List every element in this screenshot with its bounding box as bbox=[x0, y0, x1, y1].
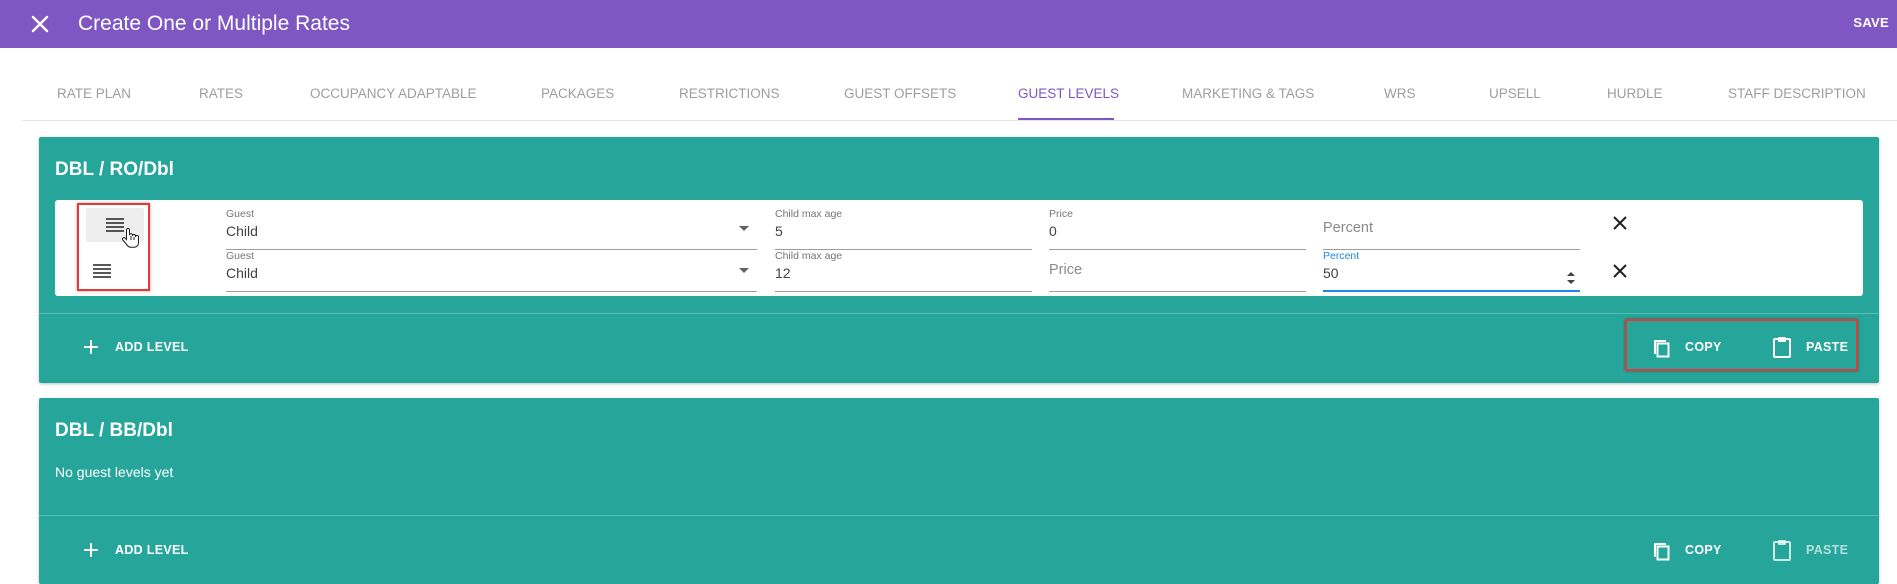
remove-level-button[interactable] bbox=[1608, 211, 1632, 235]
child-max-age-label: Child max age bbox=[775, 208, 843, 220]
copy-label: COPY bbox=[1685, 543, 1722, 557]
tab-rate-plan[interactable]: RATE PLAN bbox=[57, 86, 131, 101]
percent-label: Percent bbox=[1323, 250, 1360, 262]
percent-field[interactable]: Percent bbox=[1323, 206, 1580, 250]
plus-icon bbox=[79, 335, 103, 359]
tab-rates[interactable]: RATES bbox=[199, 86, 243, 101]
guest-label: Guest bbox=[226, 208, 255, 220]
tab-guest-offsets[interactable]: GUEST OFFSETS bbox=[844, 86, 956, 101]
tab-restrictions[interactable]: RESTRICTIONS bbox=[679, 86, 780, 101]
chevron-down-icon[interactable] bbox=[739, 268, 749, 273]
price-field[interactable]: Price bbox=[1049, 248, 1306, 292]
close-icon bbox=[1613, 264, 1627, 278]
guest-levels-list: Guest Child Child max age 5 Price 0 Perc… bbox=[55, 200, 1863, 296]
add-level-button[interactable]: ADD LEVEL bbox=[79, 538, 189, 562]
percent-field[interactable]: Percent 50 bbox=[1323, 248, 1580, 292]
close-icon bbox=[1613, 216, 1627, 230]
paste-label: PASTE bbox=[1806, 543, 1849, 557]
tab-upsell[interactable]: UPSELL bbox=[1489, 86, 1541, 101]
remove-level-button[interactable] bbox=[1608, 259, 1632, 283]
price-value: 0 bbox=[1049, 223, 1057, 239]
copy-paste-highlight bbox=[1625, 319, 1858, 371]
tab-guest-levels[interactable]: GUEST LEVELS bbox=[1018, 86, 1119, 101]
child-max-age-field[interactable]: Child max age 5 bbox=[775, 206, 1032, 250]
tab-wrs[interactable]: WRS bbox=[1384, 86, 1416, 101]
clipboard-icon bbox=[1770, 538, 1794, 562]
tab-hurdle[interactable]: HURDLE bbox=[1607, 86, 1663, 101]
rate-card: DBL / RO/Dbl Guest Child Child max age 5… bbox=[39, 137, 1879, 383]
paste-button[interactable]: PASTE bbox=[1770, 538, 1848, 562]
empty-state-text: No guest levels yet bbox=[55, 464, 174, 480]
child-max-age-value: 12 bbox=[775, 265, 791, 281]
number-stepper-icon[interactable] bbox=[1566, 269, 1576, 287]
guest-label: Guest bbox=[226, 250, 255, 262]
copy-icon bbox=[1649, 538, 1673, 562]
price-label: Price bbox=[1049, 208, 1073, 220]
card-title: DBL / BB/Dbl bbox=[55, 420, 173, 441]
price-placeholder: Price bbox=[1049, 262, 1083, 278]
guest-value: Child bbox=[226, 265, 258, 281]
app-bar: Create One or Multiple Rates SAVE bbox=[0, 0, 1897, 48]
guest-select[interactable]: Guest Child bbox=[226, 248, 757, 292]
add-level-label: ADD LEVEL bbox=[115, 543, 189, 557]
page-title: Create One or Multiple Rates bbox=[78, 12, 350, 35]
drag-handle-highlight bbox=[77, 203, 150, 291]
add-level-button[interactable]: ADD LEVEL bbox=[79, 335, 189, 359]
child-max-age-value: 5 bbox=[775, 223, 783, 239]
rate-card: DBL / BB/Dbl No guest levels yet ADD LEV… bbox=[39, 398, 1879, 584]
child-max-age-field[interactable]: Child max age 12 bbox=[775, 248, 1032, 292]
plus-icon bbox=[79, 538, 103, 562]
save-button[interactable]: SAVE bbox=[1853, 15, 1889, 30]
guest-select[interactable]: Guest Child bbox=[226, 206, 757, 250]
price-field[interactable]: Price 0 bbox=[1049, 206, 1306, 250]
card-divider bbox=[39, 313, 1879, 314]
copy-button[interactable]: COPY bbox=[1649, 538, 1722, 562]
child-max-age-label: Child max age bbox=[775, 250, 843, 262]
card-divider bbox=[39, 515, 1879, 516]
add-level-label: ADD LEVEL bbox=[115, 340, 189, 354]
chevron-down-icon[interactable] bbox=[739, 226, 749, 231]
percent-placeholder: Percent bbox=[1323, 220, 1373, 236]
tab-active-indicator bbox=[1018, 118, 1114, 120]
tab-staff-description[interactable]: STAFF DESCRIPTION bbox=[1728, 86, 1866, 101]
percent-value: 50 bbox=[1323, 265, 1339, 281]
card-title: DBL / RO/Dbl bbox=[55, 159, 174, 180]
tab-occupancy-adaptable[interactable]: OCCUPANCY ADAPTABLE bbox=[310, 86, 477, 101]
tab-bar: RATE PLAN RATES OCCUPANCY ADAPTABLE PACK… bbox=[22, 48, 1897, 121]
close-icon[interactable] bbox=[28, 12, 52, 36]
guest-value: Child bbox=[226, 223, 258, 239]
tab-packages[interactable]: PACKAGES bbox=[541, 86, 614, 101]
tab-marketing-tags[interactable]: MARKETING & TAGS bbox=[1182, 86, 1314, 101]
